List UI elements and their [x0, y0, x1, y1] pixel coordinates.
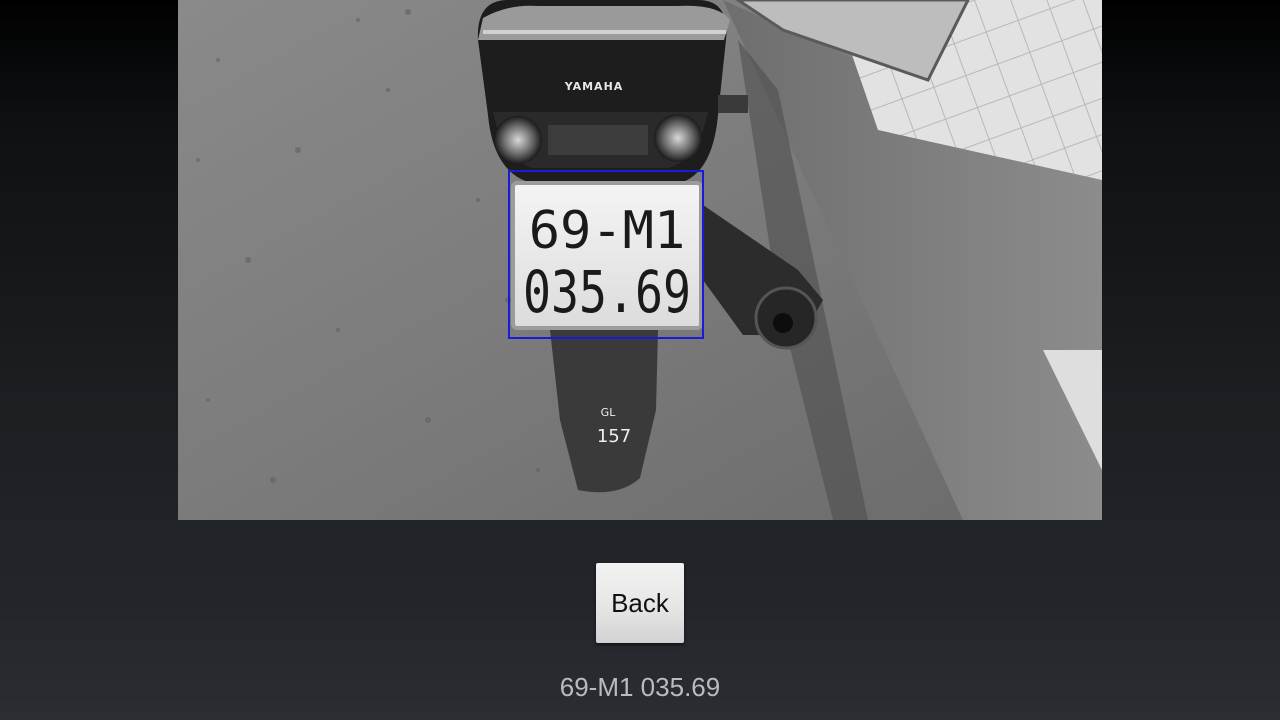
exhaust-hole — [773, 313, 793, 333]
photo-canvas: GL 157 YAMAHA 69-M1 035.69 — [178, 0, 1102, 520]
plate-line-2: 035.69 — [523, 258, 691, 326]
fender-mark-number: 157 — [597, 426, 631, 447]
left-turn-signal — [494, 116, 542, 164]
tail-light — [548, 125, 648, 155]
grab-rail — [478, 5, 730, 40]
back-button[interactable]: Back — [596, 563, 684, 643]
camera-photo: GL 157 YAMAHA 69-M1 035.69 — [178, 0, 1102, 520]
fender-mark-top: GL — [601, 406, 617, 419]
footrest — [718, 95, 748, 113]
right-turn-signal — [654, 114, 702, 162]
brand-logo: YAMAHA — [564, 80, 624, 93]
plate-line-1: 69-M1 — [529, 201, 686, 261]
recognized-plate-text: 69-M1 035.69 — [559, 672, 721, 702]
